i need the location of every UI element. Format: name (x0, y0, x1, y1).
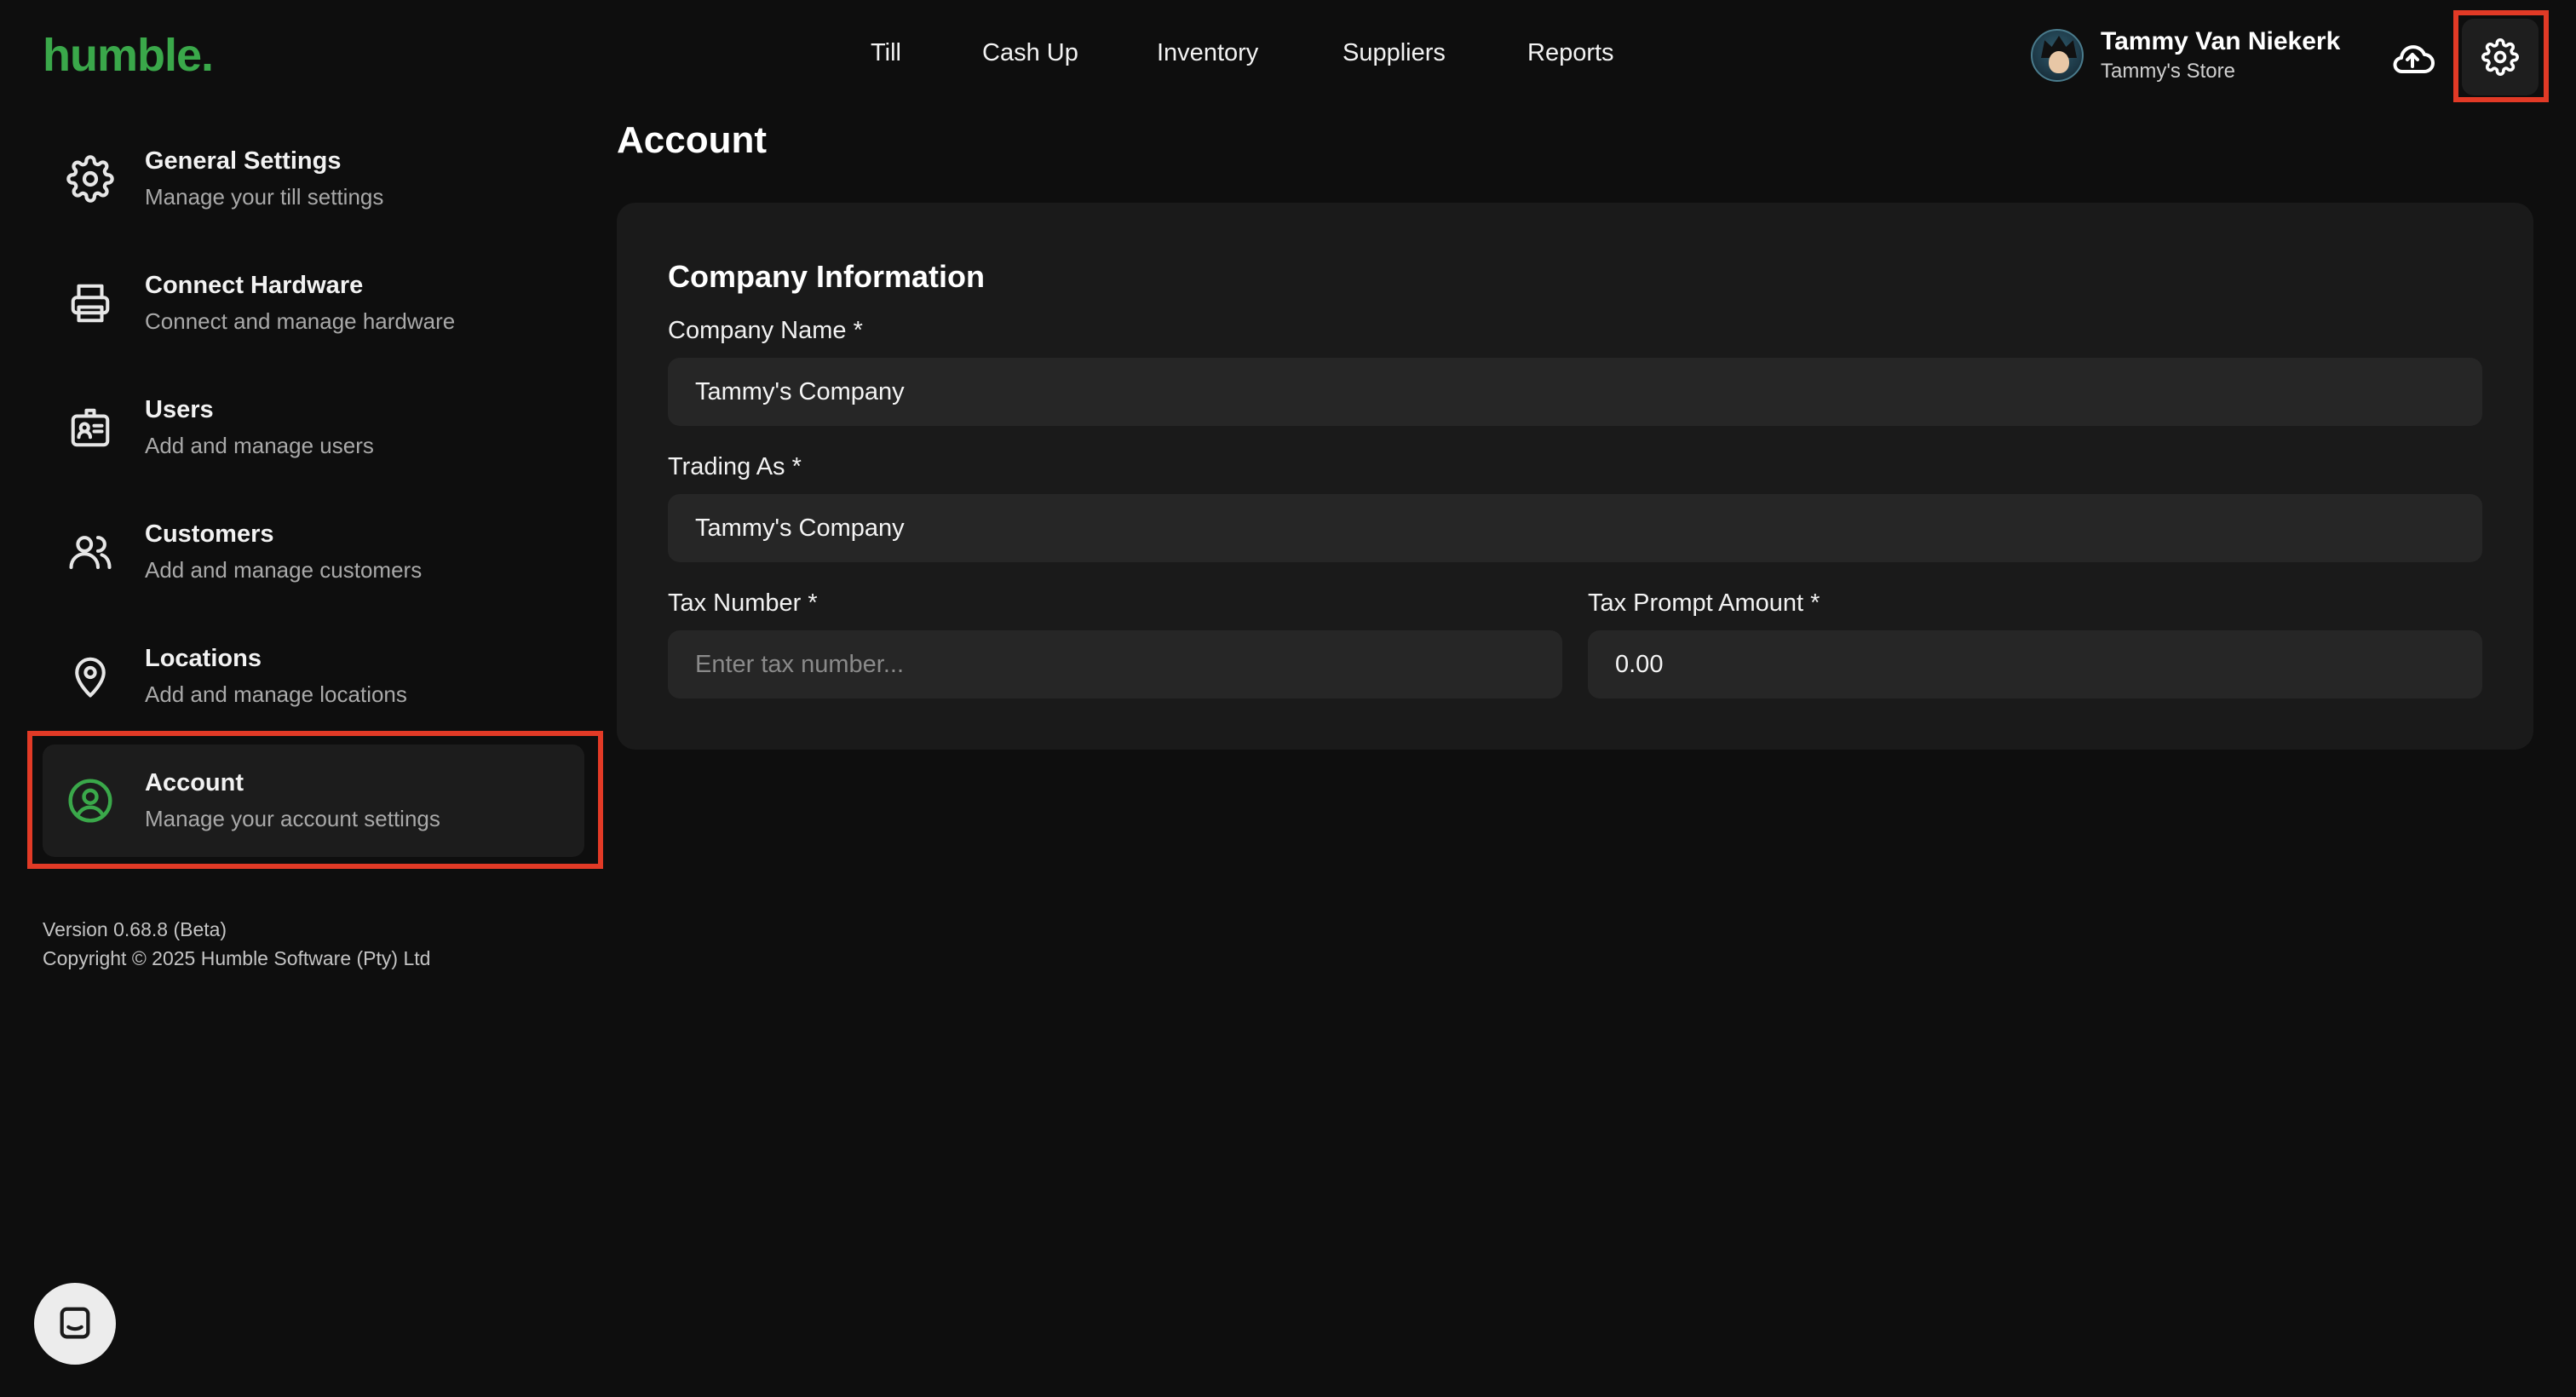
trading-as-label: Trading As * (668, 453, 802, 480)
gear-icon (63, 152, 118, 206)
settings-button[interactable] (2462, 19, 2539, 95)
tax-prompt-amount-label: Tax Prompt Amount * (1588, 589, 1820, 617)
avatar (2031, 29, 2084, 82)
id-badge-icon (63, 400, 118, 455)
cloud-upload-icon (2393, 45, 2435, 73)
nav-reports[interactable]: Reports (1527, 39, 1614, 67)
sidebar-item-subtitle: Manage your account settings (145, 806, 440, 831)
sidebar-item-title: Locations (145, 645, 262, 672)
app-root: humble. Till Cash Up Inventory Suppliers… (0, 0, 2576, 1397)
tax-prompt-amount-input[interactable] (1588, 630, 2482, 698)
sidebar-item-title: Customers (145, 520, 274, 548)
location-pin-icon (63, 649, 118, 704)
company-information-card: Company Information Company Name * Tradi… (617, 203, 2533, 750)
sidebar-item-subtitle: Add and manage locations (145, 681, 407, 707)
page-title: Account (617, 119, 767, 161)
sidebar-item-account[interactable]: Account Manage your account settings (43, 744, 584, 857)
sidebar-item-users[interactable]: Users Add and manage users (43, 371, 584, 484)
sidebar-item-subtitle: Add and manage users (145, 433, 374, 458)
user-name: Tammy Van Niekerk (2101, 27, 2341, 55)
section-title: Company Information (668, 259, 986, 294)
nav-inventory[interactable]: Inventory (1157, 39, 1258, 67)
chat-icon (60, 1307, 90, 1339)
tax-number-input[interactable] (668, 630, 1562, 698)
sidebar-item-locations[interactable]: Locations Add and manage locations (43, 620, 584, 733)
nav-cash-up[interactable]: Cash Up (982, 39, 1078, 67)
nav-suppliers[interactable]: Suppliers (1343, 39, 1446, 67)
sidebar-item-subtitle: Connect and manage hardware (145, 308, 456, 334)
sidebar-item-title: Connect Hardware (145, 272, 364, 299)
version-info: Version 0.68.8 (Beta) Copyright © 2025 H… (43, 915, 430, 973)
user-store: Tammy's Store (2101, 60, 2235, 83)
sidebar-item-customers[interactable]: Customers Add and manage customers (43, 496, 584, 608)
copyright-text: Copyright © 2025 Humble Software (Pty) L… (43, 947, 431, 969)
printer-icon (63, 276, 118, 331)
sidebar-item-connect-hardware[interactable]: Connect Hardware Connect and manage hard… (43, 247, 584, 359)
people-icon (63, 525, 118, 579)
gear-icon (2481, 38, 2519, 76)
cloud-sync-button[interactable] (2389, 34, 2436, 82)
user-circle-icon (63, 773, 118, 828)
sidebar-item-title: Users (145, 396, 214, 423)
sidebar-item-subtitle: Add and manage customers (145, 557, 423, 583)
nav-till[interactable]: Till (871, 39, 901, 67)
user-profile[interactable]: Tammy Van Niekerk Tammy's Store (2031, 27, 2340, 83)
sidebar-item-title: General Settings (145, 147, 342, 175)
company-name-label: Company Name * (668, 317, 863, 344)
tax-number-label: Tax Number * (668, 589, 818, 617)
sidebar-item-subtitle: Manage your till settings (145, 184, 384, 210)
sidebar-item-title: Account (145, 769, 244, 796)
trading-as-input[interactable] (668, 494, 2482, 562)
company-name-input[interactable] (668, 358, 2482, 426)
support-chat-button[interactable] (34, 1283, 116, 1365)
sidebar-item-general-settings[interactable]: General Settings Manage your till settin… (43, 123, 584, 235)
version-text: Version 0.68.8 (Beta) (43, 918, 227, 940)
